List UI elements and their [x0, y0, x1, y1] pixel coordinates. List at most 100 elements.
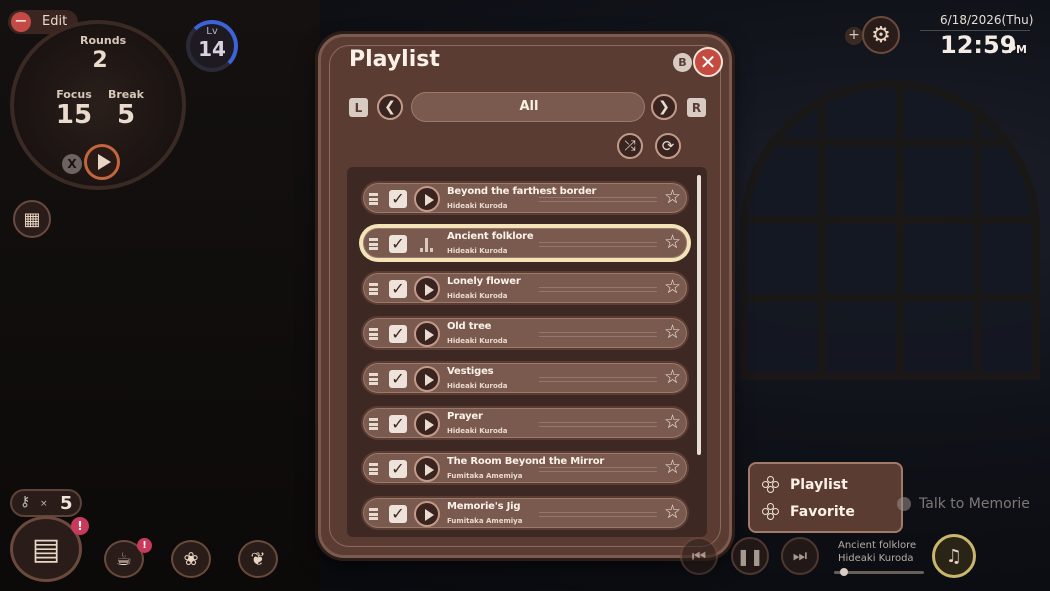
music-player-button[interactable]: ♫ — [932, 534, 976, 578]
track-row[interactable]: ✓ Vestiges Hideaki Kuroda ☆ — [361, 361, 689, 395]
repeat-button[interactable]: ⟳ — [655, 133, 681, 159]
scrollbar[interactable] — [697, 175, 701, 455]
drag-handle-icon[interactable] — [369, 193, 378, 205]
time-text: 12:59 — [940, 31, 1017, 59]
track-row[interactable]: ✓ Old tree Hideaki Kuroda ☆ — [361, 316, 689, 350]
track-row[interactable]: ✓ Memorie's Jig Fumitaka Amemiya ☆ — [361, 496, 689, 530]
pet-button[interactable]: ❀ — [171, 540, 211, 578]
track-row[interactable]: ✓ Prayer Hideaki Kuroda ☆ — [361, 406, 689, 440]
drag-handle-icon[interactable] — [369, 508, 378, 520]
favorite-star-icon[interactable]: ☆ — [664, 501, 681, 523]
track-checkbox[interactable]: ✓ — [389, 415, 407, 433]
level-value: 14 — [198, 37, 226, 61]
l-key-hint: L — [349, 98, 368, 117]
key-counter: ⚷ × 5 — [10, 489, 82, 517]
filter-value: All — [519, 99, 539, 114]
background-window — [740, 80, 1040, 380]
track-title: Ancient folklore — [447, 231, 534, 242]
calendar-button[interactable]: ▦ — [13, 200, 51, 238]
settings-button[interactable]: ⚙ — [862, 16, 900, 54]
track-checkbox[interactable]: ✓ — [389, 460, 407, 478]
favorite-star-icon[interactable]: ☆ — [664, 186, 681, 208]
favorite-star-icon[interactable]: ☆ — [664, 321, 681, 343]
playlist-title: Playlist — [349, 47, 440, 72]
track-checkbox[interactable]: ✓ — [389, 370, 407, 388]
music-menu-popup: Playlist Favorite — [748, 462, 903, 533]
track-play-button[interactable] — [414, 186, 440, 212]
track-checkbox[interactable]: ✓ — [389, 325, 407, 343]
r-key-hint: R — [687, 98, 706, 117]
now-playing-equalizer-icon — [420, 236, 434, 252]
cafe-alert-icon: ! — [137, 538, 152, 553]
menu-item-playlist[interactable]: Playlist — [762, 476, 848, 494]
shuffle-button[interactable]: ⤮ — [617, 133, 643, 159]
track-row[interactable]: ✓ Lonely flower Hideaki Kuroda ☆ — [361, 271, 689, 305]
favorite-star-icon[interactable]: ☆ — [664, 456, 681, 478]
track-play-button[interactable] — [414, 366, 440, 392]
track-list: ✓ Beyond the farthest border Hideaki Kur… — [347, 167, 707, 537]
row-ornament — [539, 467, 657, 472]
track-play-button[interactable] — [414, 456, 440, 482]
next-filter-button[interactable]: ❯ — [651, 94, 677, 120]
row-ornament — [539, 242, 657, 247]
row-ornament — [539, 332, 657, 337]
filter-selector[interactable]: All — [411, 92, 645, 122]
row-ornament — [539, 512, 657, 517]
timer-play-button[interactable] — [84, 144, 120, 180]
track-artist: Hideaki Kuroda — [447, 427, 508, 435]
drag-handle-icon[interactable] — [369, 283, 378, 295]
talk-label[interactable]: Talk to Memorie — [919, 496, 1030, 512]
track-checkbox[interactable]: ✓ — [389, 190, 407, 208]
track-row[interactable]: ✓ Beyond the farthest border Hideaki Kur… — [361, 181, 689, 215]
x-button-hint: X — [62, 154, 82, 174]
drag-handle-icon[interactable] — [369, 328, 378, 340]
menu-item-favorite[interactable]: Favorite — [762, 503, 855, 521]
drag-handle-icon[interactable] — [369, 463, 378, 475]
favorite-star-icon[interactable]: ☆ — [664, 411, 681, 433]
next-track-button[interactable]: ⏭ — [781, 537, 819, 575]
track-title: Prayer — [447, 411, 483, 422]
previous-icon: ⏮ — [691, 546, 707, 565]
track-artist: Hideaki Kuroda — [447, 337, 508, 345]
next-icon: ⏭ — [792, 546, 808, 565]
close-button[interactable]: ✕ — [693, 47, 723, 77]
ampm-text: PM — [1008, 43, 1028, 56]
track-artist: Fumitaka Amemiya — [447, 472, 523, 480]
track-artist: Hideaki Kuroda — [447, 292, 508, 300]
pomodoro-timer: Rounds 2 Focus 15 Break 5 X — [10, 20, 186, 190]
add-icon[interactable]: + — [845, 27, 863, 45]
drag-handle-icon[interactable] — [369, 418, 378, 430]
favorite-star-icon[interactable]: ☆ — [664, 366, 681, 388]
track-play-button[interactable] — [414, 321, 440, 347]
rounds-label: Rounds — [80, 34, 127, 47]
track-play-button[interactable] — [414, 276, 440, 302]
track-title: Vestiges — [447, 366, 494, 377]
pause-icon: ❚❚ — [736, 546, 764, 566]
favorite-star-icon[interactable]: ☆ — [664, 231, 681, 253]
playlist-panel: Playlist B ✕ L ❮ All ❯ R ⤮ ⟳ ✓ Beyond th… — [318, 34, 732, 558]
music-note-icon: ♫ — [945, 545, 963, 567]
track-row-selected[interactable]: ✓ Ancient folklore Hideaki Kuroda ☆ — [361, 226, 689, 260]
row-ornament — [539, 197, 657, 202]
minus-icon: − — [11, 12, 31, 32]
talk-button-icon — [897, 497, 911, 511]
track-row[interactable]: ✓ The Room Beyond the Mirror Fumitaka Am… — [361, 451, 689, 485]
memorie-button[interactable]: ❦ — [238, 540, 278, 578]
drag-handle-icon[interactable] — [369, 373, 378, 385]
track-checkbox[interactable]: ✓ — [389, 280, 407, 298]
progress-knob[interactable] — [840, 568, 848, 576]
drag-handle-icon[interactable] — [369, 238, 378, 250]
track-checkbox[interactable]: ✓ — [389, 235, 407, 253]
track-play-button[interactable] — [414, 501, 440, 527]
now-playing-artist: Hideaki Kuroda — [838, 553, 914, 564]
shuffle-icon: ⤮ — [624, 138, 636, 154]
row-ornament — [539, 377, 657, 382]
pause-button[interactable]: ❚❚ — [731, 537, 769, 575]
track-play-button[interactable] — [414, 411, 440, 437]
track-title: Lonely flower — [447, 276, 521, 287]
previous-track-button[interactable]: ⏮ — [680, 537, 718, 575]
favorite-star-icon[interactable]: ☆ — [664, 276, 681, 298]
prev-filter-button[interactable]: ❮ — [377, 94, 403, 120]
track-title: Memorie's Jig — [447, 501, 521, 512]
track-checkbox[interactable]: ✓ — [389, 505, 407, 523]
